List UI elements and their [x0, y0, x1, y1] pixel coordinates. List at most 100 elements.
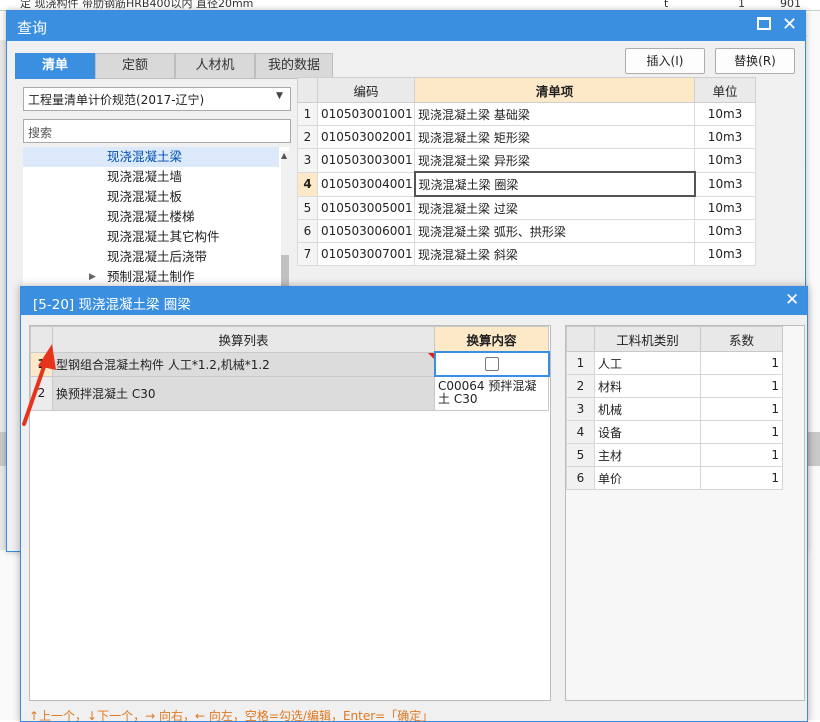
category-name-cell: 机械: [594, 397, 701, 421]
row-number: 7: [297, 242, 318, 266]
tree-item[interactable]: 现浇混凝土梁: [23, 147, 279, 167]
table-row-selected[interactable]: 4 010503004001 现浇混凝土梁 圈梁 10m3: [297, 171, 756, 197]
table-row[interactable]: 3 机械 1: [566, 397, 783, 421]
code-cell[interactable]: 010503002001: [317, 125, 415, 149]
code-cell[interactable]: 010503005001: [317, 195, 415, 220]
query-titlebar[interactable]: 查询 ✕: [7, 11, 805, 41]
corner-header: [297, 77, 318, 103]
row-number: 4: [297, 171, 318, 197]
conversion-content-cell[interactable]: C00064 预拌混凝土 C30: [434, 375, 549, 411]
unit-cell[interactable]: 10m3: [694, 125, 756, 149]
row-number: 6: [566, 466, 595, 490]
search-placeholder: 搜索: [28, 126, 53, 140]
conversion-content-cell[interactable]: [433, 351, 550, 377]
table-row[interactable]: 6 单价 1: [566, 466, 783, 490]
coefficient-cell[interactable]: 1: [700, 397, 783, 421]
unit-cell[interactable]: 10m3: [694, 242, 756, 266]
table-row[interactable]: 2 材料 1: [566, 374, 783, 398]
row-number: 1: [30, 351, 53, 377]
conversion-item-cell[interactable]: 换预拌混凝土 C30: [52, 375, 435, 411]
scroll-up-icon[interactable]: ▲: [281, 151, 287, 160]
row-number: 1: [566, 351, 595, 375]
row-number: 4: [566, 420, 595, 444]
row-number: 2: [566, 374, 595, 398]
column-header: 换算内容: [434, 326, 549, 353]
name-cell[interactable]: 现浇混凝土梁 弧形、拱形梁: [414, 219, 695, 243]
maximize-icon[interactable]: [757, 17, 771, 30]
tab-bill[interactable]: 清单: [15, 53, 95, 79]
coefficient-cell[interactable]: 1: [700, 420, 783, 444]
close-icon[interactable]: ✕: [782, 14, 797, 35]
close-icon[interactable]: ✕: [785, 290, 799, 310]
coefficient-cell[interactable]: 1: [700, 351, 783, 375]
bg-row-right: 901: [780, 0, 801, 10]
category-name-cell: 主材: [594, 443, 701, 467]
tree-item[interactable]: 现浇混凝土楼梯: [23, 207, 279, 227]
name-cell[interactable]: 现浇混凝土梁 斜梁: [414, 242, 695, 266]
unit-cell[interactable]: 10m3: [694, 102, 756, 126]
name-cell[interactable]: 现浇混凝土梁 矩形梁: [414, 125, 695, 149]
conversion-item-cell[interactable]: 型钢组合混凝土构件 人工*1.2,机械*1.2: [52, 351, 435, 377]
corner-header: [30, 326, 53, 353]
tab-quota[interactable]: 定额: [95, 53, 175, 79]
tree-scrollbar[interactable]: ▲: [281, 151, 289, 287]
conversion-titlebar[interactable]: [5-20] 现浇混凝土梁 圈梁 ✕: [21, 287, 807, 315]
row-number: 2: [297, 125, 318, 149]
table-row[interactable]: 1 型钢组合混凝土构件 人工*1.2,机械*1.2: [30, 351, 550, 377]
tree-item-group[interactable]: ▶ 预制混凝土制作: [23, 267, 279, 287]
table-row[interactable]: 7 010503007001 现浇混凝土梁 斜梁 10m3: [297, 242, 756, 266]
tree-item[interactable]: 现浇混凝土板: [23, 187, 279, 207]
table-row[interactable]: 5 主材 1: [566, 443, 783, 467]
table-row[interactable]: 1 010503001001 现浇混凝土梁 基础梁 10m3: [297, 102, 756, 126]
tree-item[interactable]: 现浇混凝土墙: [23, 167, 279, 187]
dropdown-caret-icon[interactable]: ▼: [276, 91, 283, 101]
unit-cell[interactable]: 10m3: [694, 171, 756, 197]
name-cell[interactable]: 现浇混凝土梁 异形梁: [414, 148, 695, 173]
search-input[interactable]: 搜索: [23, 119, 291, 143]
tree-item-label: 预制混凝土制作: [107, 269, 195, 284]
code-cell[interactable]: 010503001001: [317, 102, 415, 126]
code-cell[interactable]: 010503007001: [317, 242, 415, 266]
query-title: 查询: [17, 19, 48, 37]
name-cell[interactable]: 现浇混凝土梁 基础梁: [414, 102, 695, 126]
category-tree: 现浇混凝土梁 现浇混凝土墙 现浇混凝土板 现浇混凝土楼梯 现浇混凝土其它构件 现…: [23, 147, 289, 287]
row-number: 6: [297, 219, 318, 243]
table-row[interactable]: 3 010503003001 现浇混凝土梁 异形梁 10m3: [297, 148, 756, 173]
table-row[interactable]: 5 010503005001 现浇混凝土梁 过梁 10m3: [297, 195, 756, 220]
tab-my-data[interactable]: 我的数据: [255, 53, 333, 79]
tab-materials[interactable]: 人材机: [175, 53, 255, 79]
bg-row-mid: t: [664, 0, 669, 10]
code-cell[interactable]: 010503003001: [317, 148, 415, 173]
coefficient-cell[interactable]: 1: [700, 443, 783, 467]
category-name-cell: 材料: [594, 374, 701, 398]
table-row[interactable]: 2 010503002001 现浇混凝土梁 矩形梁 10m3: [297, 125, 756, 149]
tree-item[interactable]: 现浇混凝土后浇带: [23, 247, 279, 267]
coefficient-cell[interactable]: 1: [700, 466, 783, 490]
name-cell-selected[interactable]: 现浇混凝土梁 圈梁: [413, 171, 696, 197]
name-cell[interactable]: 现浇混凝土梁 过梁: [414, 195, 695, 220]
replace-button[interactable]: 替换(R): [715, 48, 795, 74]
row-number: 1: [297, 102, 318, 126]
unit-cell[interactable]: 10m3: [694, 148, 756, 173]
tree-expand-icon[interactable]: ▶: [89, 267, 96, 287]
conversion-item-label: 型钢组合混凝土构件 人工*1.2,机械*1.2: [56, 357, 270, 372]
unit-cell[interactable]: 10m3: [694, 195, 756, 220]
code-cell[interactable]: 010503006001: [317, 219, 415, 243]
comment-marker-icon: [427, 352, 434, 359]
code-cell[interactable]: 010503004001: [317, 171, 415, 197]
table-row[interactable]: 4 设备 1: [566, 420, 783, 444]
coefficient-cell[interactable]: 1: [700, 374, 783, 398]
spec-select[interactable]: 工程量清单计价规范(2017-辽宁) ▼: [23, 87, 291, 111]
checkbox-icon[interactable]: [484, 357, 499, 372]
tree-item[interactable]: 现浇混凝土其它构件: [23, 227, 279, 247]
table-row[interactable]: 2 换预拌混凝土 C30 C00064 预拌混凝土 C30: [30, 375, 549, 411]
category-table: 工料机类别 系数 1 人工 1 2 材料 1 3 机械 1 4 设备 1 5 主…: [566, 326, 783, 490]
bill-list-table: 编码 清单项 单位 1 010503001001 现浇混凝土梁 基础梁 10m3…: [297, 77, 756, 266]
table-row[interactable]: 6 010503006001 现浇混凝土梁 弧形、拱形梁 10m3: [297, 219, 756, 243]
insert-button[interactable]: 插入(I): [625, 48, 705, 74]
scrollbar-thumb[interactable]: [281, 255, 289, 287]
column-header: 工料机类别: [594, 326, 701, 352]
unit-cell[interactable]: 10m3: [694, 219, 756, 243]
conversion-title: [5-20] 现浇混凝土梁 圈梁: [33, 297, 191, 313]
table-row[interactable]: 1 人工 1: [566, 351, 783, 375]
